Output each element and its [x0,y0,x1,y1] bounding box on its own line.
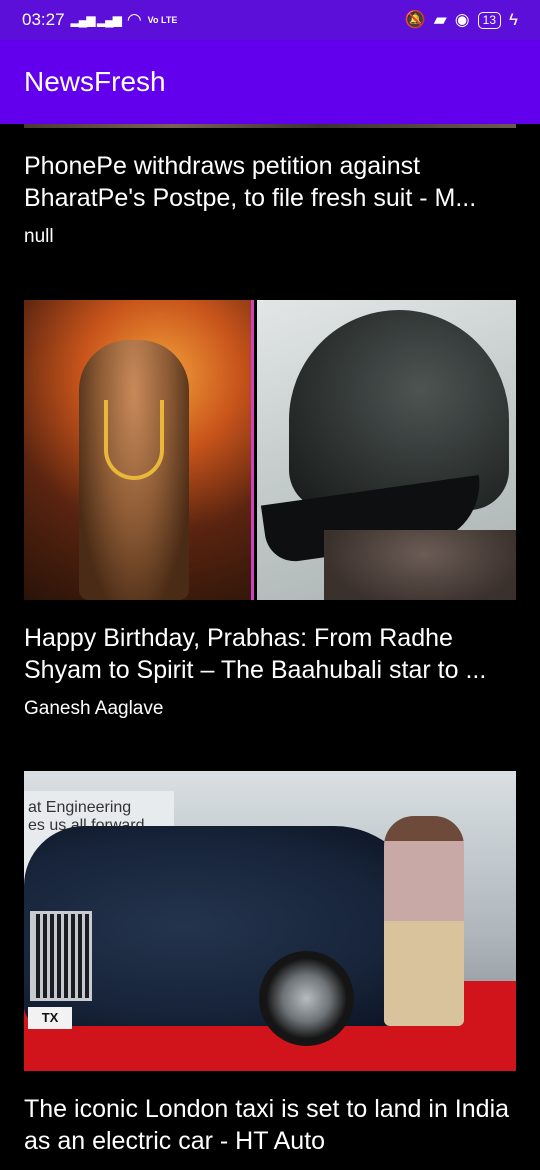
image-face [324,530,516,600]
data-saver-icon: ◉ [454,10,470,29]
article-image[interactable] [24,300,516,600]
image-wheel [259,951,354,1046]
status-time: 03:27 [22,10,65,29]
banner-line-1: at Engineering [28,799,132,816]
article-title[interactable]: Happy Birthday, Prabhas: From Radhe Shya… [24,622,516,686]
status-bar: 03:27 ▂▄▆ ▂▄▆ ◠ Vo LTE 🔕 ▰ ◉ 13 ϟ [0,0,540,40]
image-person [384,816,464,1026]
notification-off-icon: 🔕 [404,10,426,29]
charging-icon: ϟ [509,10,518,29]
article-author: Ganesh Aaglave [24,698,164,719]
article-title[interactable]: The iconic London taxi is set to land in… [24,1093,516,1157]
article-image-partial[interactable] [24,124,516,128]
article-card[interactable]: Happy Birthday, Prabhas: From Radhe Shya… [24,300,516,720]
article-author: null [24,226,54,247]
article-title[interactable]: PhonePe withdraws petition against Bhara… [24,150,516,214]
image-necklace [104,400,164,480]
chat-icon: ▰ [433,10,447,29]
signal-icon: ▂▄▆ ▂▄▆ [70,13,122,27]
wifi-icon: ◠ [126,10,142,29]
image-grille [30,911,92,1001]
volte-icon: Vo LTE [147,14,178,25]
image-plate: TX [28,1007,72,1029]
battery-icon: 13 [477,11,501,29]
battery-level: 13 [482,12,496,27]
article-card[interactable]: PhonePe withdraws petition against Bhara… [24,150,516,248]
app-bar: NewsFresh [0,40,540,124]
news-feed[interactable]: PhonePe withdraws petition against Bhara… [0,124,540,1170]
app-title: NewsFresh [24,66,166,97]
article-image[interactable]: at Engineering es us all forward TX [24,771,516,1071]
article-card[interactable]: at Engineering es us all forward TX The … [24,771,516,1157]
